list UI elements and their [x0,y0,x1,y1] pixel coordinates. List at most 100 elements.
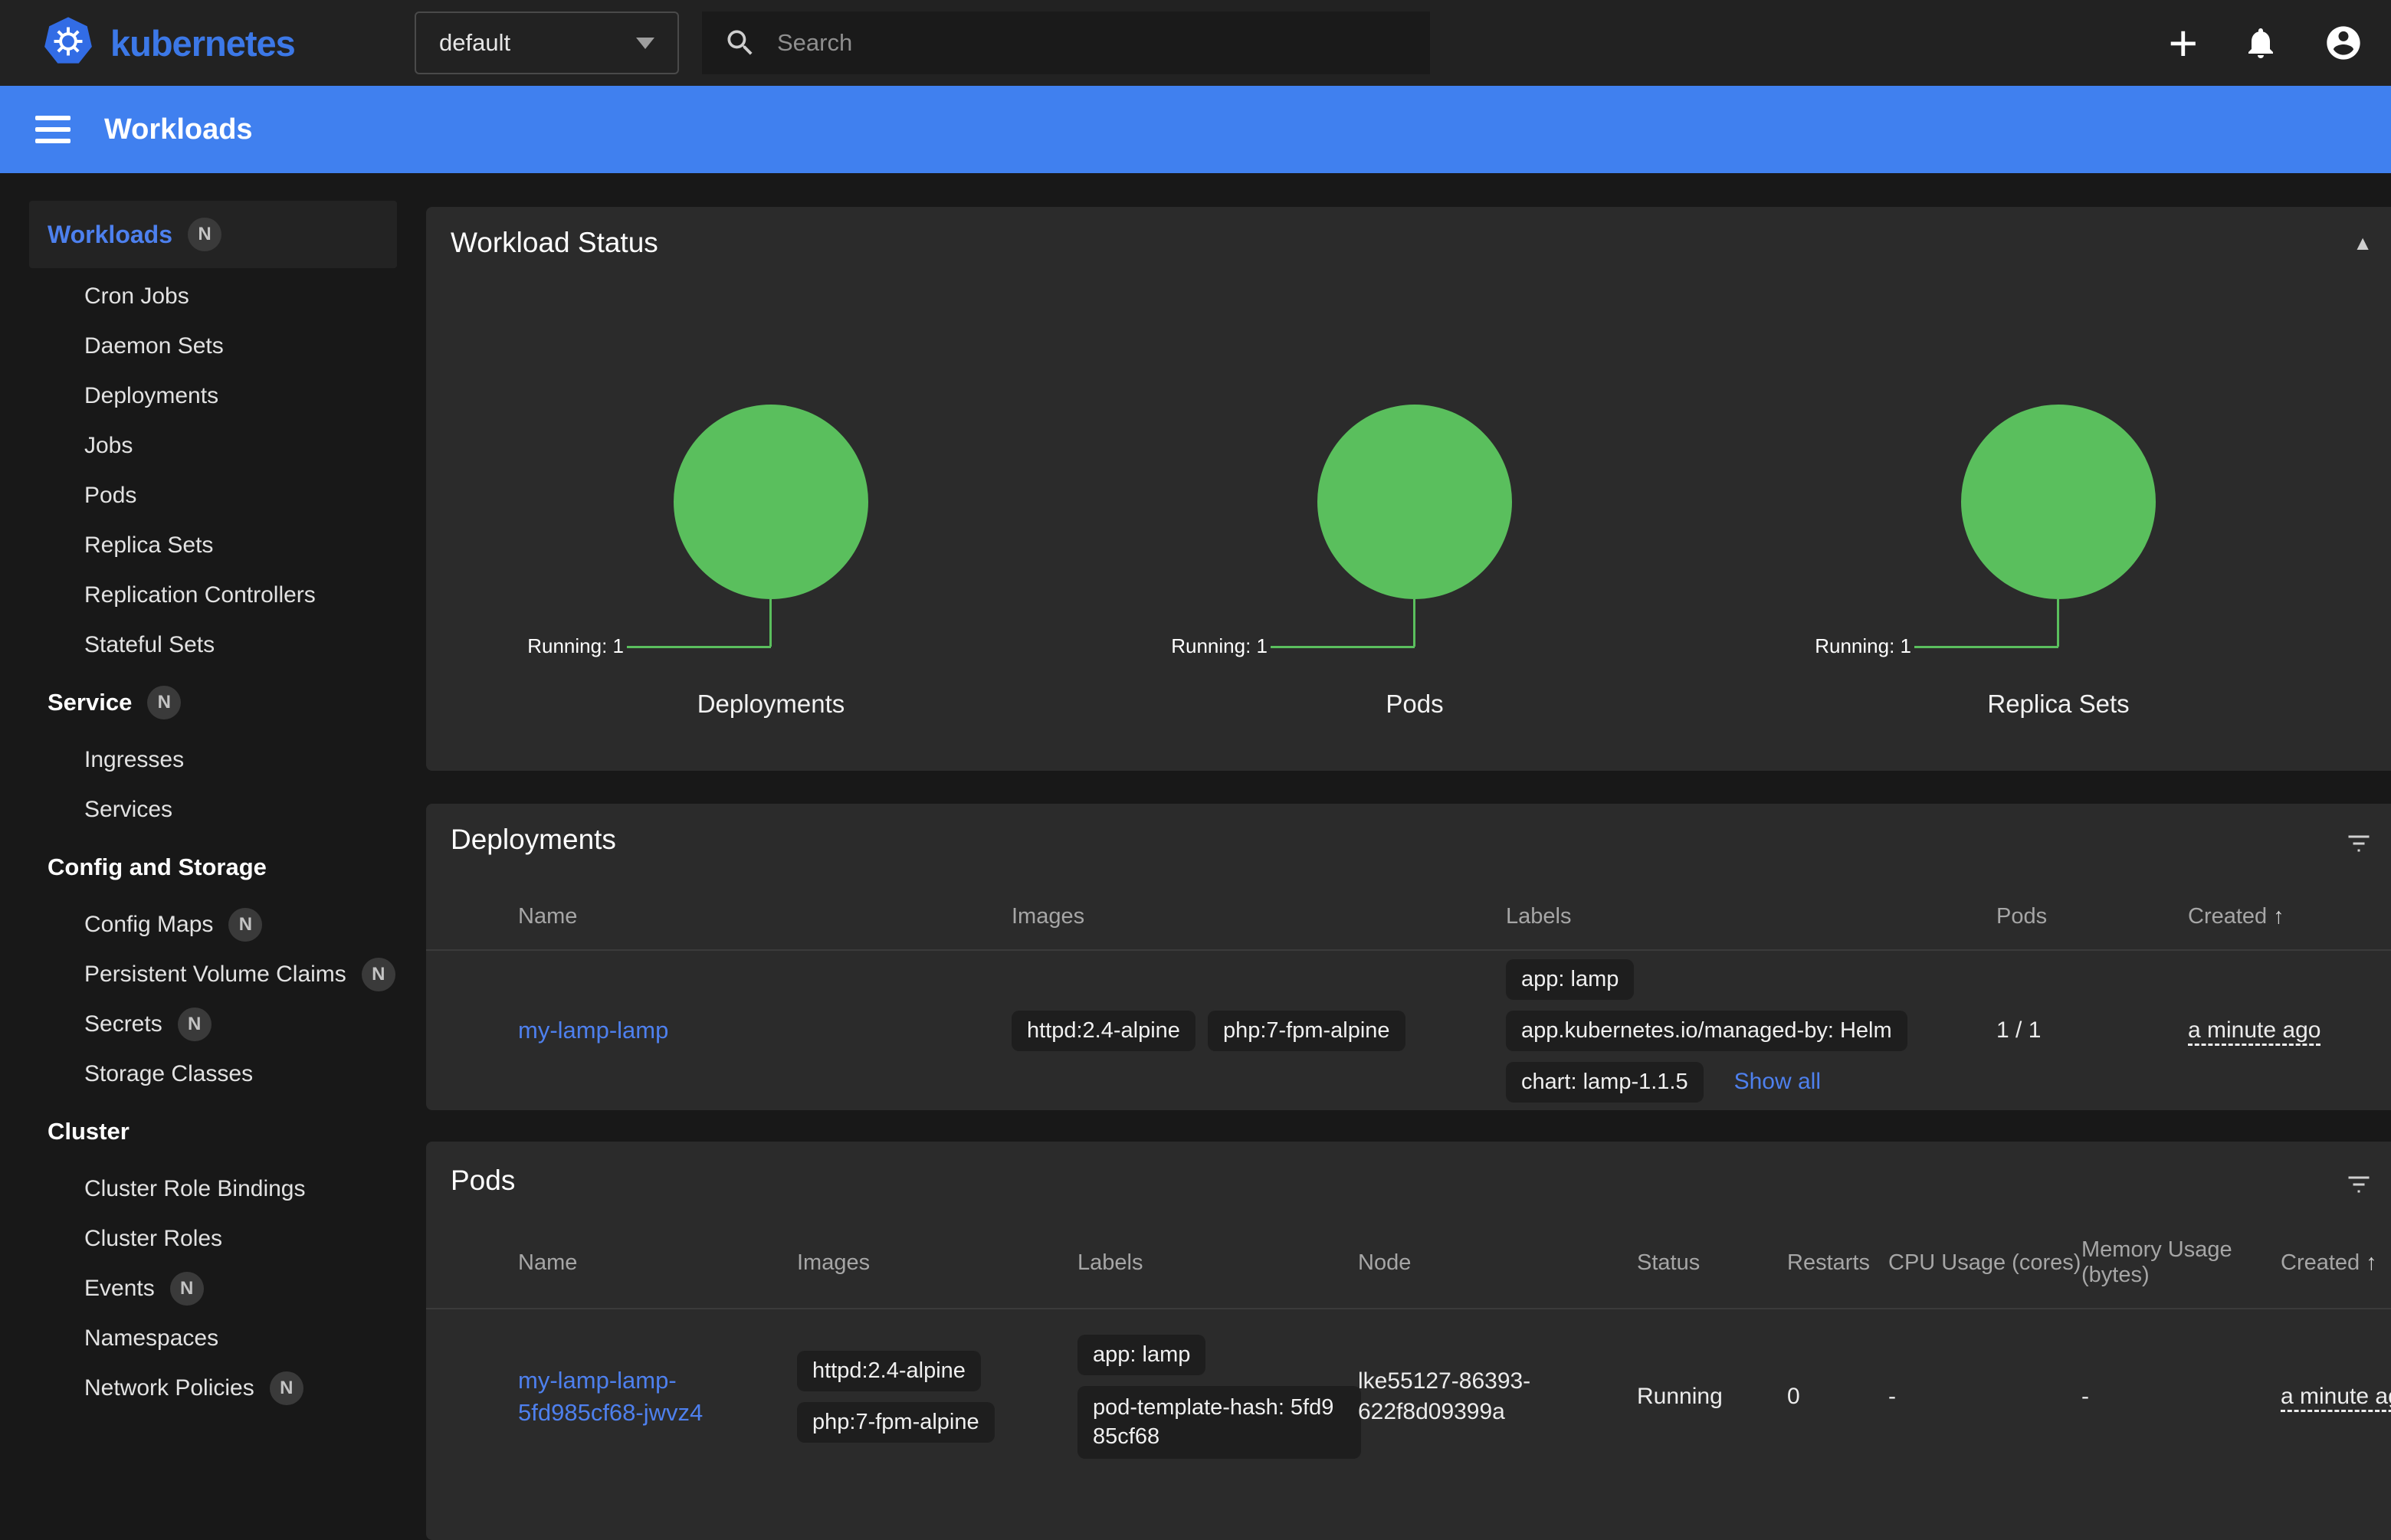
sidebar-item-persistent-volume-claims[interactable]: Persistent Volume Claims N [0,949,426,999]
pie-slice-running [674,405,868,599]
sidebar-item-stateful-sets[interactable]: Stateful Sets [0,620,426,670]
pods-panel: Pods Name Images Labels Node Status Rest… [426,1142,2391,1540]
notifications-bell-icon[interactable] [2242,25,2279,61]
namespace-value: default [439,29,510,57]
show-all-link[interactable]: Show all [1734,1069,1821,1095]
sidebar-section-service: Service N [0,677,426,727]
namespace-selector[interactable]: default [415,11,679,74]
column-header-name[interactable]: Name [518,889,1012,949]
column-header-memory[interactable]: Memory Usage (bytes) [2081,1222,2281,1308]
label-chip: app.kubernetes.io/managed-by: Helm [1506,1011,1907,1051]
pods-table-header: Name Images Labels Node Status Restarts … [426,1222,2391,1309]
new-badge: N [188,218,221,251]
pie-connector [1413,599,1415,647]
pie-connector [627,646,771,648]
pod-memory-usage: - [2081,1384,2281,1410]
column-header-pods[interactable]: Pods [1996,889,2188,949]
column-header-cpu[interactable]: CPU Usage (cores) [1888,1235,2081,1296]
pie-chart-replica-sets: Running: 1 Replica Sets [1737,405,2380,719]
sidebar-item-jobs[interactable]: Jobs [0,421,426,470]
pie-connector [769,599,772,647]
deployment-table-row[interactable]: my-lamp-lamp httpd:2.4-alpine php:7-fpm-… [426,951,2391,1110]
deployments-panel: Deployments Name Images Labels Pods Crea… [426,804,2391,1110]
pie-connector [1914,646,2058,648]
pie-slice-running [1317,405,1512,599]
column-header-restarts[interactable]: Restarts [1787,1235,1888,1296]
kubernetes-logo[interactable]: kubernetes [43,16,415,70]
create-resource-button[interactable]: + [2168,18,2198,68]
search-icon [723,26,757,60]
pie-connector [2057,599,2059,647]
filter-icon[interactable] [2345,1165,2373,1202]
pie-chart-pods: Running: 1 Pods [1093,405,1737,719]
brand-text: kubernetes [110,22,295,64]
sidebar: Workloads N Cron Jobs Daemon Sets Deploy… [0,173,426,1413]
page-title: Workloads [104,113,253,146]
workload-status-panel: Workload Status ▲ Running: 1 Deployments [426,207,2391,771]
search-input[interactable] [777,29,1409,57]
pod-name-link[interactable]: my-lamp-lamp-5fd985cf68-jwvz4 [518,1367,703,1426]
collapse-icon[interactable]: ▲ [2353,227,2373,255]
label-chip: chart: lamp-1.1.5 [1506,1062,1704,1103]
sidebar-item-storage-classes[interactable]: Storage Classes [0,1049,426,1099]
sidebar-item-daemon-sets[interactable]: Daemon Sets [0,321,426,371]
column-header-images[interactable]: Images [1012,889,1506,949]
sidebar-item-services[interactable]: Services [0,785,426,834]
pod-table-row[interactable]: my-lamp-lamp-5fd985cf68-jwvz4 httpd:2.4-… [426,1309,2391,1484]
column-header-status[interactable]: Status [1637,1235,1787,1296]
column-header-labels[interactable]: Labels [1506,889,1996,949]
column-header-labels[interactable]: Labels [1077,1235,1358,1296]
new-badge: N [170,1272,204,1306]
sidebar-section-config-and-storage: Config and Storage [0,842,426,892]
sort-ascending-icon: ↑ [2273,904,2284,929]
sidebar-item-deployments[interactable]: Deployments [0,371,426,421]
column-header-name[interactable]: Name [518,1235,797,1296]
menu-icon[interactable] [35,116,71,143]
sidebar-item-pods[interactable]: Pods [0,470,426,520]
account-avatar-icon[interactable] [2324,23,2363,63]
created-timestamp: a minute ago [2281,1384,2391,1409]
image-chip: php:7-fpm-alpine [797,1402,995,1443]
sort-ascending-icon: ↑ [2366,1250,2377,1275]
sidebar-item-secrets[interactable]: Secrets N [0,999,426,1049]
search-bar[interactable] [702,11,1430,74]
chevron-down-icon [636,38,654,49]
sidebar-item-network-policies[interactable]: Network Policies N [0,1363,426,1413]
column-header-node[interactable]: Node [1358,1235,1637,1296]
pod-restarts: 0 [1787,1384,1888,1410]
sidebar-section-cluster: Cluster [0,1106,426,1156]
label-chip: app: lamp [1506,959,1634,1000]
new-badge: N [270,1371,303,1405]
sidebar-item-ingresses[interactable]: Ingresses [0,735,426,785]
label-chip: pod-template-hash: 5fd985cf68 [1077,1386,1361,1459]
sidebar-item-cluster-role-bindings[interactable]: Cluster Role Bindings [0,1164,426,1214]
sidebar-item-replica-sets[interactable]: Replica Sets [0,520,426,570]
image-chip: php:7-fpm-alpine [1208,1011,1405,1051]
pie-annotation: Running: 1 [527,634,624,658]
pie-title: Deployments [697,690,845,719]
pod-status: Running [1637,1384,1787,1410]
workload-status-title: Workload Status [451,227,658,259]
image-chip: httpd:2.4-alpine [1012,1011,1196,1051]
column-header-created[interactable]: Created ↑ [2188,889,2391,949]
label-chip: app: lamp [1077,1335,1205,1375]
filter-icon[interactable] [2345,824,2373,861]
column-header-created[interactable]: Created ↑ [2281,1235,2391,1296]
sidebar-item-config-maps[interactable]: Config Maps N [0,899,426,949]
node-name: lke55127-86393-622f8d09399a [1358,1366,1637,1428]
column-header-images[interactable]: Images [797,1235,1077,1296]
created-timestamp: a minute ago [2188,1017,2320,1043]
sidebar-item-workloads[interactable]: Workloads N [29,201,397,268]
new-badge: N [147,686,181,719]
sidebar-item-namespaces[interactable]: Namespaces [0,1313,426,1363]
pie-slice-running [1961,405,2156,599]
app-bar: Workloads [0,86,2391,173]
pie-connector [1271,646,1415,648]
pods-count: 1 / 1 [1996,1017,2188,1044]
sidebar-item-cluster-roles[interactable]: Cluster Roles [0,1214,426,1263]
sidebar-item-replication-controllers[interactable]: Replication Controllers [0,570,426,620]
sidebar-item-events[interactable]: Events N [0,1263,426,1313]
sidebar-item-cron-jobs[interactable]: Cron Jobs [0,271,426,321]
deployment-name-link[interactable]: my-lamp-lamp [518,1017,668,1044]
pie-title: Pods [1386,690,1443,719]
